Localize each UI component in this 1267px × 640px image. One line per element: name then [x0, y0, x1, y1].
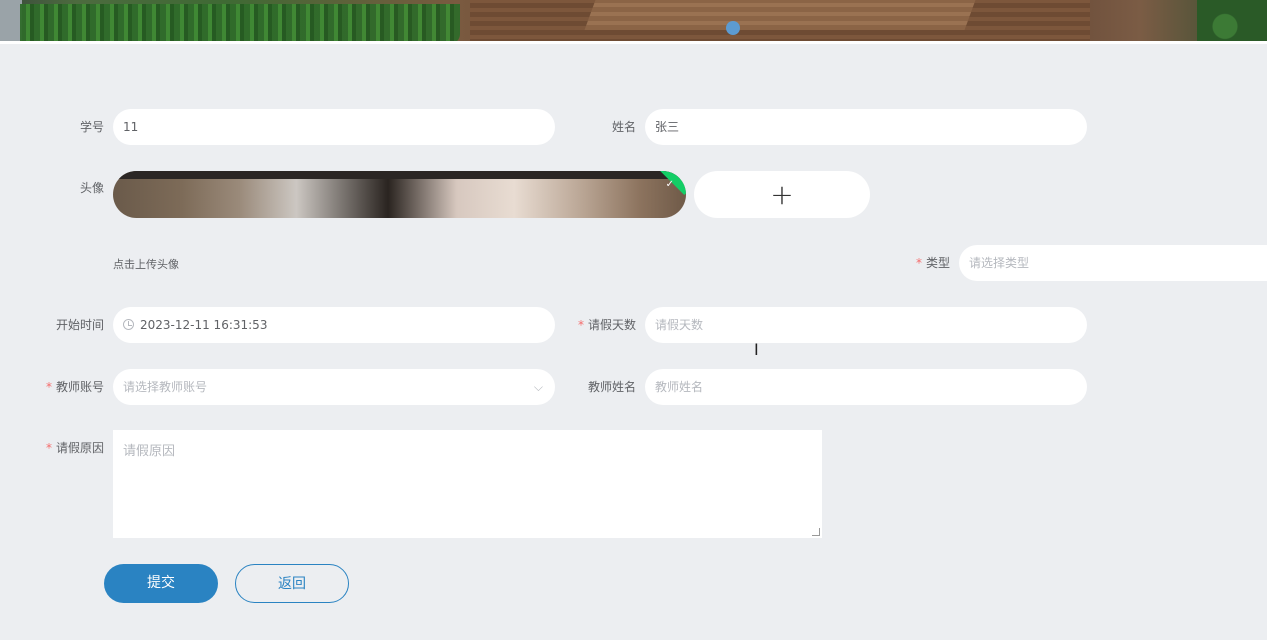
type-label: * 类型: [915, 256, 950, 270]
avatar-upload-hint: 点击上传头像: [113, 258, 179, 271]
text-cursor-icon: I: [754, 340, 759, 359]
teacher-account-label: * 教师账号: [45, 380, 104, 394]
banner-deck-upper: [584, 0, 976, 30]
teacher-name-label: 教师姓名: [587, 380, 636, 394]
teacher-name-input[interactable]: 教师姓名: [645, 369, 1087, 405]
leave-days-label: * 请假天数: [577, 318, 636, 332]
carousel-indicator[interactable]: [726, 21, 740, 35]
banner-plant: [1197, 0, 1267, 44]
reason-label: * 请假原因: [45, 441, 104, 455]
reason-textarea[interactable]: 请假原因: [113, 430, 822, 538]
student-no-input[interactable]: 11: [113, 109, 555, 145]
banner-divider: [0, 41, 1267, 44]
back-button[interactable]: 返回: [235, 564, 349, 603]
start-time-label: 开始时间: [55, 318, 104, 332]
name-label: 姓名: [611, 120, 636, 134]
teacher-account-select[interactable]: 请选择教师账号 ⌵: [113, 369, 555, 405]
header-banner: [0, 0, 1267, 44]
name-input[interactable]: 张三: [645, 109, 1087, 145]
submit-button[interactable]: 提交: [104, 564, 218, 603]
student-no-label: 学号: [79, 120, 104, 134]
start-time-picker[interactable]: 2023-12-11 16:31:53: [113, 307, 555, 343]
type-select[interactable]: 请选择类型: [959, 245, 1267, 281]
plus-icon: +: [770, 178, 794, 211]
clock-icon: [123, 319, 134, 330]
leave-days-input[interactable]: 请假天数: [645, 307, 1087, 343]
avatar-image[interactable]: ✓: [113, 171, 686, 218]
chevron-down-icon: ⌵: [533, 380, 543, 394]
resize-handle[interactable]: [812, 528, 820, 536]
avatar-upload-button[interactable]: +: [694, 171, 870, 218]
check-icon: ✓: [665, 179, 674, 190]
banner-stone: [0, 0, 22, 44]
avatar-label: 头像: [79, 181, 104, 195]
banner-hedge: [20, 4, 460, 44]
